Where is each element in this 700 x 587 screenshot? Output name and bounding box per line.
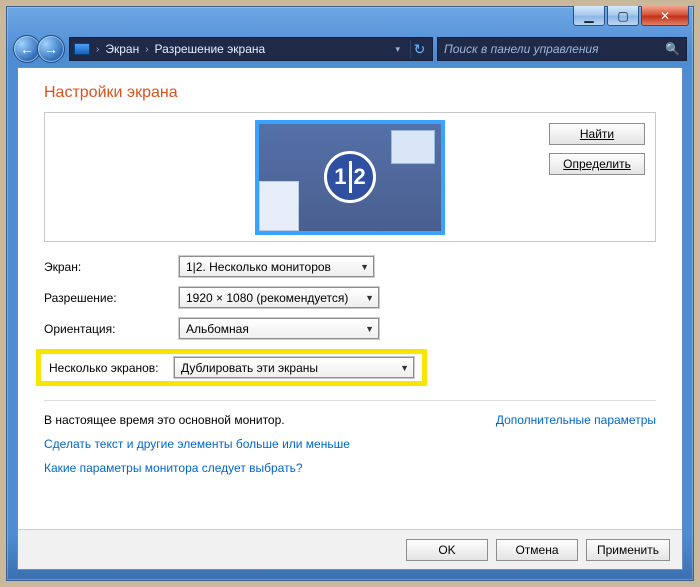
orientation-value: Альбомная [186, 322, 249, 336]
search-box[interactable]: Поиск в панели управления 🔍 [437, 37, 687, 61]
divider-icon [349, 161, 352, 193]
forward-button[interactable]: → [37, 35, 65, 63]
resolution-select[interactable]: 1920 × 1080 (рекомендуется) ▼ [179, 287, 379, 308]
taskbar-icon [259, 181, 299, 231]
chevron-down-icon: ▼ [365, 293, 374, 303]
resolution-label: Разрешение: [44, 291, 179, 305]
address-dropdown-icon[interactable]: ▾ [395, 44, 400, 55]
dialog-footer: OK Отмена Применить [18, 529, 682, 569]
titlebar: ▁ ▢ ✕ [7, 7, 693, 35]
settings-form: Экран: 1|2. Несколько мониторов ▼ Разреш… [44, 256, 656, 386]
minimize-button[interactable]: ▁ [573, 6, 605, 26]
refresh-button[interactable]: ↻ [410, 40, 428, 58]
orientation-label: Ориентация: [44, 322, 179, 336]
resolution-value: 1920 × 1080 (рекомендуется) [186, 291, 348, 305]
chevron-down-icon: ▼ [365, 324, 374, 334]
cancel-button[interactable]: Отмена [496, 539, 578, 561]
help-links: Сделать текст и другие элементы больше и… [44, 437, 656, 475]
close-button[interactable]: ✕ [641, 6, 689, 26]
screen-value: 1|2. Несколько мониторов [186, 260, 331, 274]
orientation-select[interactable]: Альбомная ▼ [179, 318, 379, 339]
primary-monitor-note: В настоящее время это основной монитор. [44, 413, 285, 427]
maximize-button[interactable]: ▢ [607, 6, 639, 26]
address-bar[interactable]: › Экран › Разрешение экрана ▾ ↻ [69, 37, 433, 61]
multi-display-row: Несколько экранов: Дублировать эти экран… [44, 349, 656, 386]
monitor-number-2: 2 [354, 164, 366, 190]
orientation-row: Ориентация: Альбомная ▼ [44, 318, 656, 339]
display-preview: 1 2 Найти Определить [44, 112, 656, 242]
window-frame: ▁ ▢ ✕ ← → › Экран › Разрешение экрана ▾ … [6, 6, 694, 581]
preview-side-buttons: Найти Определить [549, 123, 645, 175]
ok-button[interactable]: OK [406, 539, 488, 561]
navbar: ← → › Экран › Разрешение экрана ▾ ↻ Поис… [7, 35, 693, 67]
chevron-down-icon: ▼ [360, 262, 369, 272]
search-placeholder: Поиск в панели управления [444, 42, 599, 56]
client-area: Настройки экрана 1 2 Найти Определить Эк… [17, 67, 683, 570]
advanced-settings-link[interactable]: Дополнительные параметры [496, 413, 656, 427]
multi-display-label: Несколько экранов: [44, 361, 174, 375]
text-size-link[interactable]: Сделать текст и другие элементы больше и… [44, 437, 656, 451]
resolution-row: Разрешение: 1920 × 1080 (рекомендуется) … [44, 287, 656, 308]
window-icon [391, 130, 435, 164]
apply-button[interactable]: Применить [586, 539, 670, 561]
find-button[interactable]: Найти [549, 123, 645, 145]
multi-display-select[interactable]: Дублировать эти экраны ▼ [174, 357, 414, 378]
breadcrumb-sep-icon: › [145, 44, 148, 55]
breadcrumb-item[interactable]: Экран [105, 42, 139, 56]
which-monitor-link[interactable]: Какие параметры монитора следует выбрать… [44, 461, 656, 475]
multi-display-value: Дублировать эти экраны [181, 361, 318, 375]
breadcrumb-sep-icon: › [96, 44, 99, 55]
control-panel-icon [74, 43, 90, 55]
primary-monitor-note-row: В настоящее время это основной монитор. … [44, 400, 656, 427]
screen-label: Экран: [44, 260, 179, 274]
search-icon: 🔍 [665, 42, 680, 56]
highlight-box: Несколько экранов: Дублировать эти экран… [36, 349, 427, 386]
monitor-number-1: 1 [334, 164, 346, 190]
monitor-thumbnail[interactable]: 1 2 [255, 120, 445, 235]
breadcrumb-item[interactable]: Разрешение экрана [155, 42, 266, 56]
chevron-down-icon: ▼ [400, 363, 409, 373]
screen-row: Экран: 1|2. Несколько мониторов ▼ [44, 256, 656, 277]
monitor-number-badge: 1 2 [324, 151, 376, 203]
page-title: Настройки экрана [44, 84, 656, 102]
nav-buttons: ← → [13, 35, 65, 63]
detect-button[interactable]: Определить [549, 153, 645, 175]
screen-select[interactable]: 1|2. Несколько мониторов ▼ [179, 256, 374, 277]
window-controls: ▁ ▢ ✕ [573, 6, 689, 26]
